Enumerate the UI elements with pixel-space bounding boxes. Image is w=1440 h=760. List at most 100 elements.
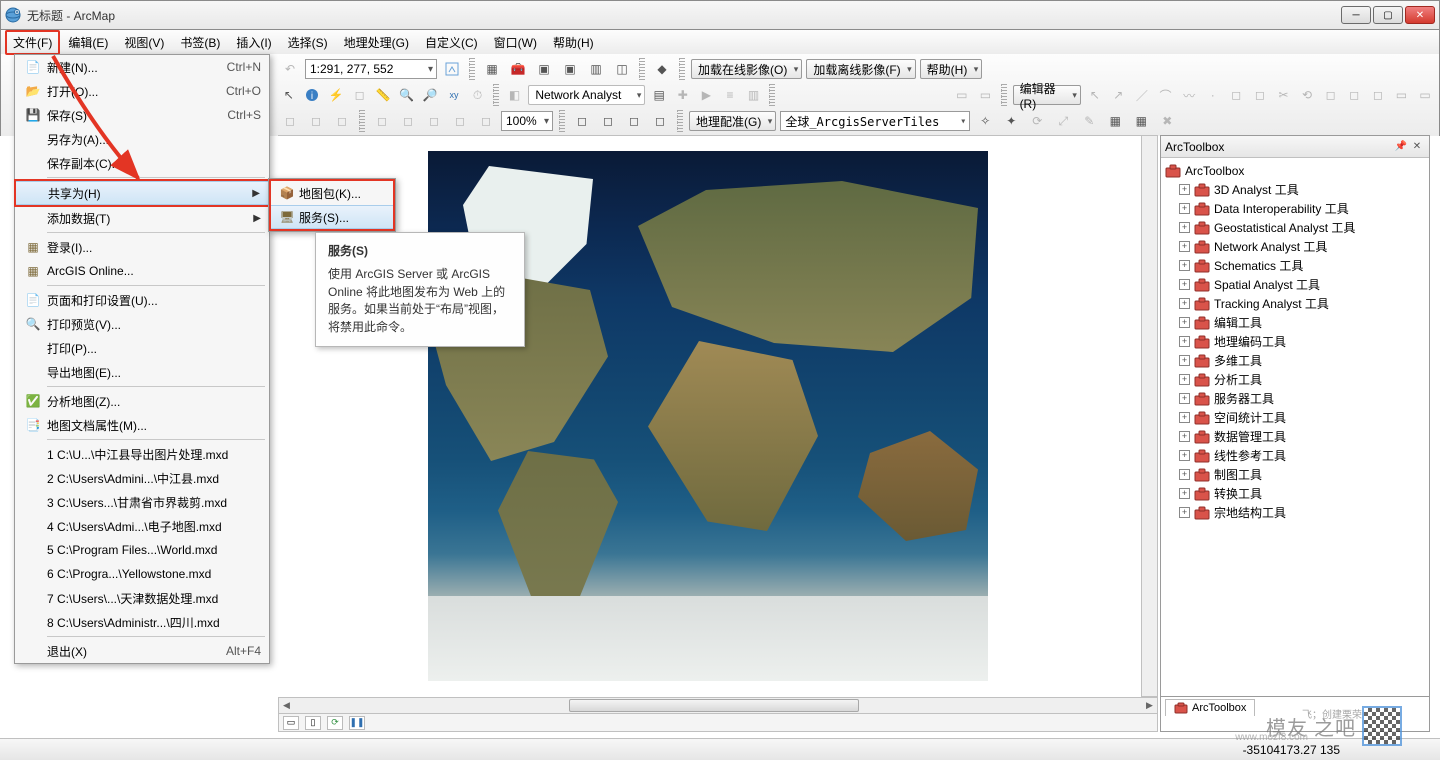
edit-tool-icon[interactable]: ↖ [1085,84,1105,106]
tree-item[interactable]: +线性参考工具 [1165,446,1425,465]
na-window-icon[interactable]: ▤ [649,84,669,106]
gr-c-icon[interactable]: ⟳ [1026,110,1048,132]
edit-e-icon[interactable]: ◻ [1321,84,1341,106]
na-icon[interactable]: ◧ [505,84,525,106]
georef-drop[interactable]: 地理配准(G) [689,111,776,131]
goto-xy-icon[interactable]: xy [444,84,464,106]
edit-b-icon[interactable]: ◻ [1250,84,1270,106]
tree-item[interactable]: +Geostatistical Analyst 工具 [1165,218,1425,237]
tree-item[interactable]: +空间统计工具 [1165,408,1425,427]
edit-a-icon[interactable]: ◻ [1226,84,1246,106]
edit-c-icon[interactable]: ✂ [1274,84,1294,106]
zoom-combo[interactable]: 100% [501,111,553,131]
edit-line-icon[interactable]: ／ [1132,84,1152,106]
file-menu-item[interactable]: 7 C:\Users\...\天津数据处理.mxd [15,586,269,610]
panel-close-icon[interactable]: ✕ [1409,139,1425,155]
scroll-left-icon[interactable]: ◀ [279,698,294,713]
expand-icon[interactable]: + [1179,488,1190,499]
menu-geoprocessing[interactable]: 地理处理(G) [336,31,417,54]
tree-item[interactable]: +制图工具 [1165,465,1425,484]
undo-icon[interactable]: ↶ [279,58,301,80]
edit-d-icon[interactable]: ⟲ [1297,84,1317,106]
python-icon[interactable]: ▣ [559,58,581,80]
network-analyst-drop[interactable]: Network Analyst [528,85,645,105]
scroll-right-icon[interactable]: ▶ [1142,698,1157,713]
expand-icon[interactable]: + [1179,507,1190,518]
expand-icon[interactable]: + [1179,222,1190,233]
catalog-icon[interactable]: ▦ [481,58,503,80]
gr-e-icon[interactable]: ✎ [1078,110,1100,132]
r3-f-icon[interactable]: ◻ [423,110,445,132]
tree-item[interactable]: +宗地结构工具 [1165,503,1425,522]
help-drop[interactable]: 帮助(H) [920,59,983,79]
data-view-tab[interactable]: ▭ [283,716,299,730]
share-service[interactable]: 🖥 服务(S)... [271,205,393,229]
pause-icon[interactable]: ❚❚ [349,716,365,730]
file-menu-item[interactable]: 🔍打印预览(V)... [15,312,269,336]
editor-drop[interactable]: 编辑器(R) [1013,85,1081,105]
gr-b-icon[interactable]: ✦ [1000,110,1022,132]
toolbox-icon[interactable]: 🧰 [507,58,529,80]
tree-item[interactable]: +Data Interoperability 工具 [1165,199,1425,218]
map-scrollbar-vertical[interactable] [1141,135,1158,697]
expand-icon[interactable]: + [1179,317,1190,328]
close-button[interactable]: ✕ [1405,6,1435,24]
maximize-button[interactable]: ▢ [1373,6,1403,24]
r3-b-icon[interactable]: ◻ [305,110,327,132]
file-menu-item[interactable]: 2 C:\Users\Admini...\中江县.mxd [15,466,269,490]
menu-windows[interactable]: 窗口(W) [486,31,545,54]
na-directions-icon[interactable]: ≡ [720,84,740,106]
layout-view-tab[interactable]: ▯ [305,716,321,730]
file-menu-item[interactable]: 导出地图(E)... [15,360,269,384]
expand-icon[interactable]: + [1179,203,1190,214]
r3-e-icon[interactable]: ◻ [397,110,419,132]
tree-item[interactable]: +编辑工具 [1165,313,1425,332]
file-menu-item[interactable]: 3 C:\Users...\甘肃省市界裁剪.mxd [15,490,269,514]
map-view[interactable] [278,135,1158,697]
pointer-icon[interactable]: ↖ [279,84,299,106]
tree-item[interactable]: +Spatial Analyst 工具 [1165,275,1425,294]
file-menu-item[interactable]: 📑地图文档属性(M)... [15,413,269,437]
model-icon[interactable]: ◫ [611,58,633,80]
na-solve-icon[interactable]: ▶ [697,84,717,106]
load-offline-imagery-drop[interactable]: 加载离线影像(F) [806,59,915,79]
scale-combo[interactable]: 1:291, 277, 552 [305,59,437,79]
r3-k-icon[interactable]: ◻ [623,110,645,132]
tree-item[interactable]: +Schematics 工具 [1165,256,1425,275]
find-icon[interactable]: 🔍 [397,84,417,106]
expand-icon[interactable]: + [1179,374,1190,385]
file-menu-item[interactable]: 保存副本(C)... [15,151,269,175]
file-menu-item[interactable]: 8 C:\Users\Administr...\四川.mxd [15,610,269,634]
expand-icon[interactable]: + [1179,298,1190,309]
r3-d-icon[interactable]: ◻ [371,110,393,132]
gr-h-icon[interactable]: ✖ [1156,110,1178,132]
r3-c-icon[interactable]: ◻ [331,110,353,132]
expand-icon[interactable]: + [1179,393,1190,404]
measure-icon[interactable]: 📏 [373,84,393,106]
file-menu-item[interactable]: 退出(X)Alt+F4 [15,639,269,663]
file-menu-item[interactable]: 6 C:\Progra...\Yellowstone.mxd [15,562,269,586]
file-menu-item[interactable]: 打印(P)... [15,336,269,360]
identify-icon[interactable]: i [303,84,323,106]
table-icon[interactable]: ▥ [585,58,607,80]
tree-item[interactable]: +数据管理工具 [1165,427,1425,446]
menu-view[interactable]: 视图(V) [116,31,172,54]
file-menu-item[interactable]: 📄新建(N)...Ctrl+N [15,55,269,79]
map-scrollbar-horizontal[interactable]: ◀ ▶ [278,697,1158,714]
r3-g-icon[interactable]: ◻ [449,110,471,132]
arctoolbox-tab[interactable]: ArcToolbox [1165,699,1255,716]
file-menu-item[interactable]: 💾保存(S)Ctrl+S [15,103,269,127]
tree-item[interactable]: +Tracking Analyst 工具 [1165,294,1425,313]
refresh-icon[interactable]: ⟳ [327,716,343,730]
tool-icon[interactable] [441,58,463,80]
menu-selection[interactable]: 选择(S) [280,31,336,54]
r3-j-icon[interactable]: ◻ [597,110,619,132]
menu-help[interactable]: 帮助(H) [545,31,602,54]
menu-edit[interactable]: 编辑(E) [60,31,116,54]
tree-item[interactable]: +分析工具 [1165,370,1425,389]
file-menu-item[interactable]: 1 C:\U...\中江县导出图片处理.mxd [15,442,269,466]
add-layer-icon[interactable]: ◆ [651,58,673,80]
expand-icon[interactable]: + [1179,336,1190,347]
edit-arc-icon[interactable]: ⌒ [1156,84,1176,106]
expand-icon[interactable]: + [1179,241,1190,252]
